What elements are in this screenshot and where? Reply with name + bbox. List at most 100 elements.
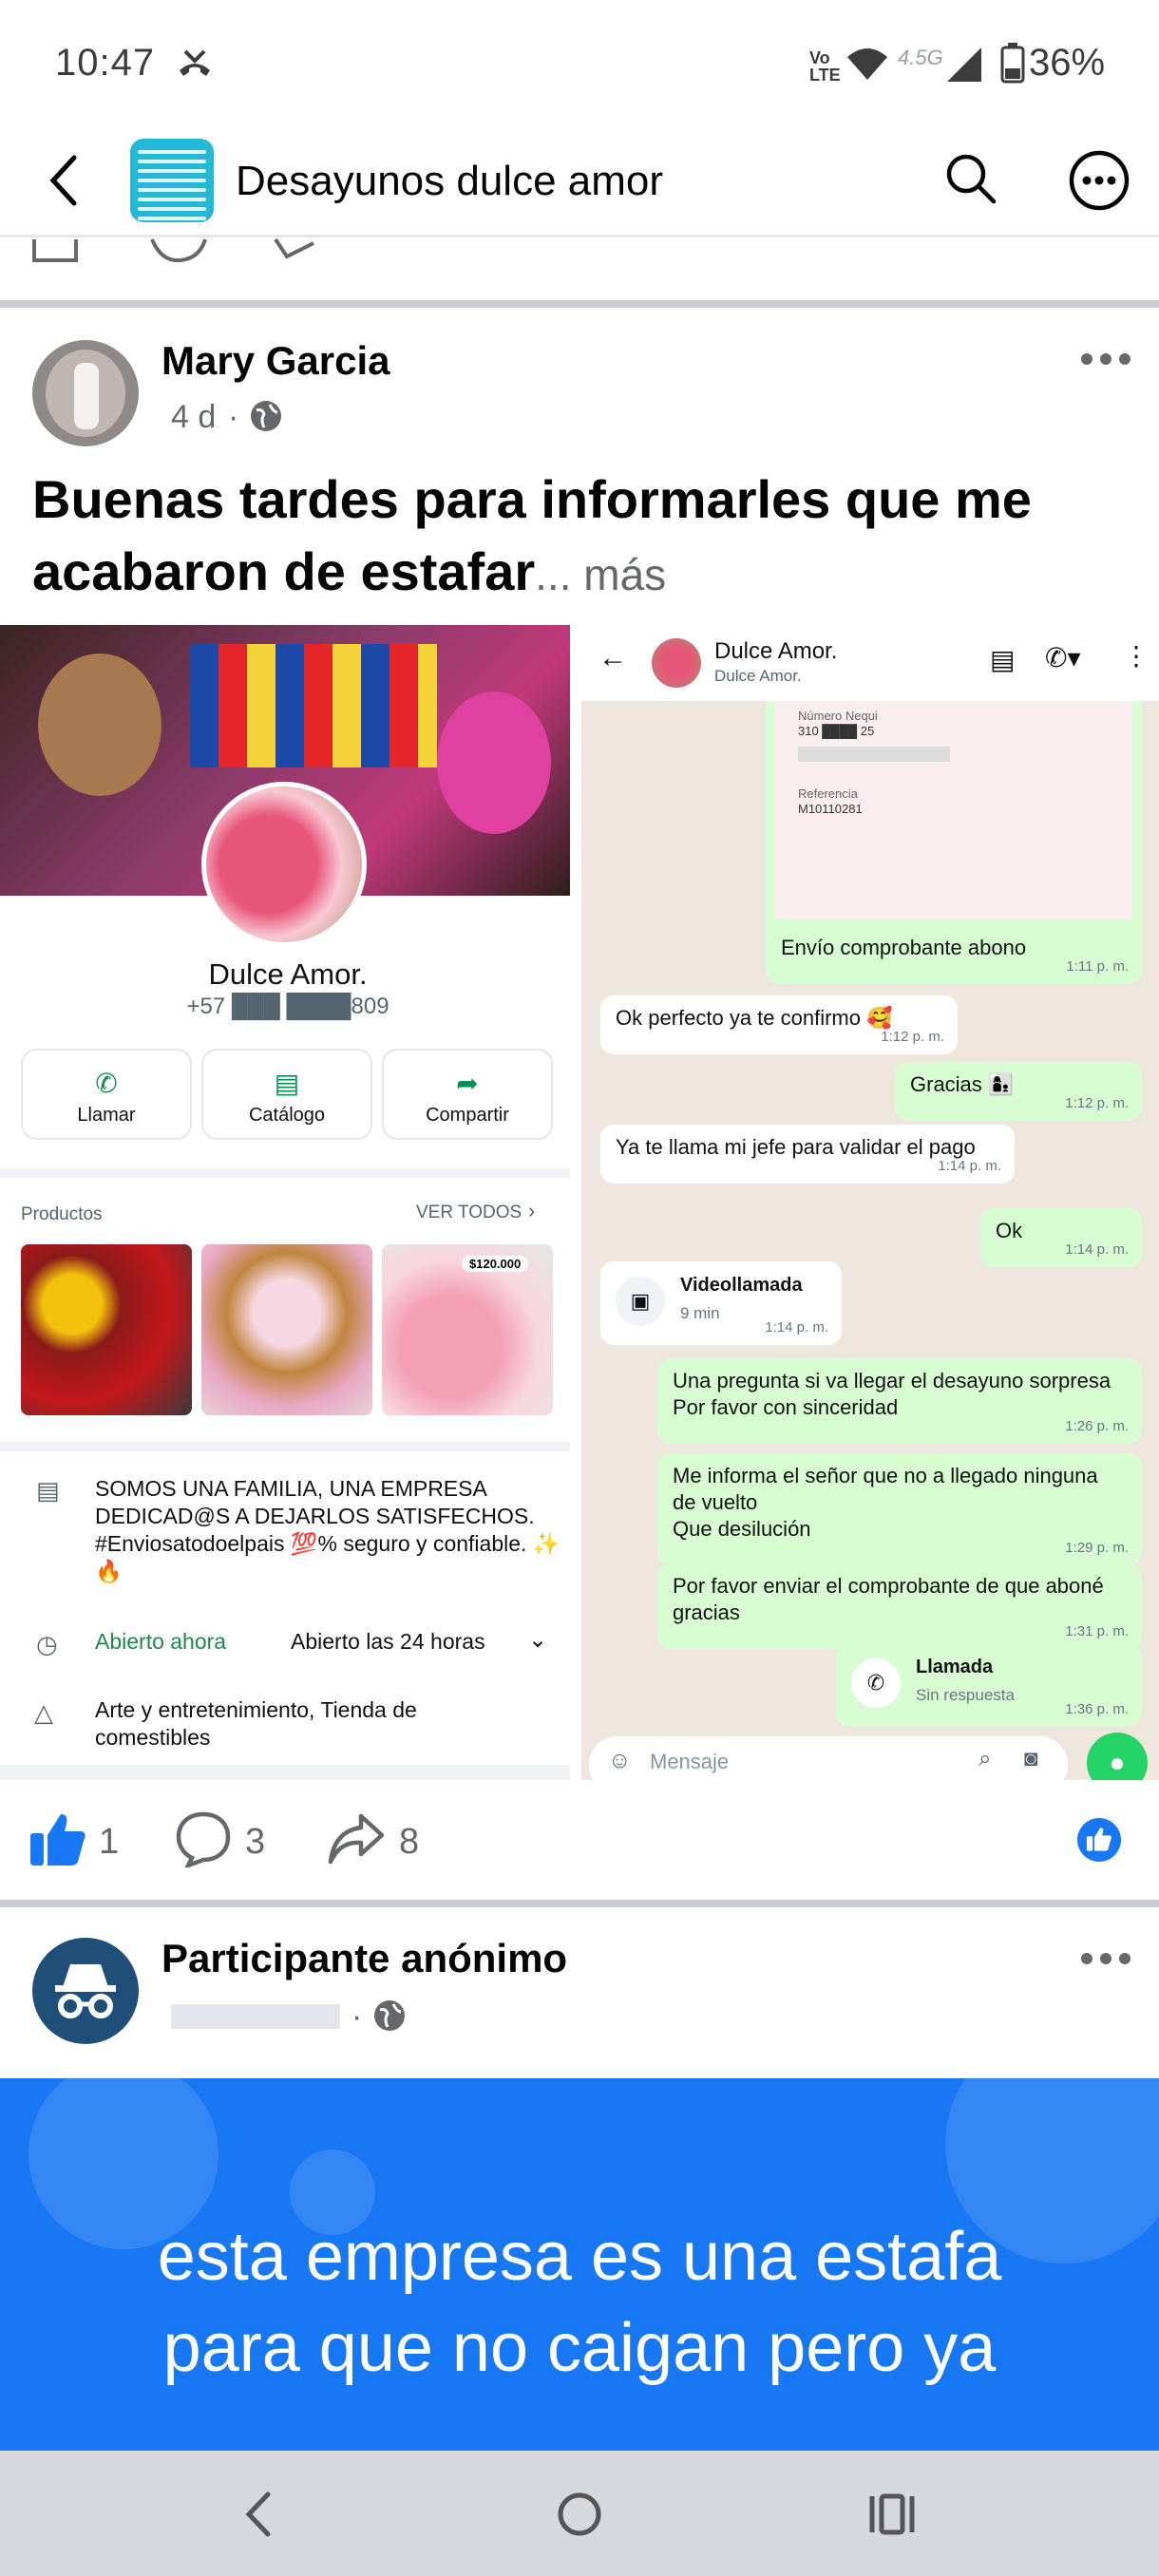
share-icon: ➦ (456, 1069, 479, 1098)
author-avatar[interactable] (32, 340, 139, 446)
volte-icon: Vo LTE (809, 48, 841, 85)
meta-separator: · (352, 1998, 363, 2035)
message-bubble[interactable]: Me informa el señor que no a llegado nin… (657, 1453, 1142, 1565)
store-icon: ▤ (274, 1069, 300, 1098)
chat-call-icon[interactable]: ✆▾ (1045, 642, 1081, 673)
category-icon: △ (34, 1698, 53, 1727)
more-options-icon[interactable] (1068, 149, 1130, 212)
post-body: Buenas tardes para informarles que me ac… (32, 469, 1032, 601)
anonymous-avatar[interactable] (32, 1938, 139, 2044)
post-author[interactable]: Mary Garcia (162, 338, 390, 384)
share-count[interactable]: 8 (399, 1822, 419, 1863)
chat-header: ← Dulce Amor. Dulce Amor. ▤ ✆▾ ⋮ (581, 625, 1159, 701)
receipt-number: 310 ████ 25 (798, 724, 875, 738)
message-bubble[interactable]: Envío comprobante abono 1:11 p. m. (766, 919, 1142, 984)
price-tag: $120.000 (462, 1256, 529, 1272)
post2-text-banner: esta empresa es una estafa para que no c… (0, 2078, 1159, 2451)
receipt-label-ref: Referencia (798, 786, 858, 801)
network-type: 4.5G (898, 46, 943, 69)
incognito-icon (55, 1964, 116, 2018)
wifi-icon (847, 48, 887, 80)
emoji-icon[interactable]: ☺ (608, 1748, 632, 1774)
message-bubble[interactable]: Una pregunta si va llegar el desayuno so… (657, 1358, 1142, 1444)
chat-avatar[interactable] (652, 638, 701, 688)
globe-icon (251, 401, 281, 431)
message-bubble[interactable]: Ok 1:14 p. m. (980, 1208, 1142, 1267)
hours[interactable]: Abierto las 24 horas (291, 1628, 485, 1656)
camera-icon[interactable]: ◙ (1024, 1746, 1038, 1772)
see-all-link[interactable]: VER TODOS (416, 1203, 522, 1223)
video-call-bubble[interactable]: ▣ Videollamada 9 min 1:14 p. m. (600, 1261, 842, 1345)
chat-contact-sub: Dulce Amor. (714, 667, 802, 685)
share-label: Compartir (426, 1105, 509, 1126)
previous-post-actions-icon (32, 237, 314, 263)
catalog-button[interactable]: ▤ Catálogo (201, 1049, 372, 1140)
message-bubble[interactable]: Por favor enviar el comprobante de que a… (657, 1563, 1142, 1649)
search-icon[interactable] (944, 152, 998, 205)
message-bubble[interactable]: Ya te llama mi jefe para validar el pago… (600, 1125, 1015, 1184)
post-divider (0, 300, 1159, 308)
call-button[interactable]: ✆ Llamar (21, 1049, 192, 1140)
chat-store-icon[interactable]: ▤ (990, 644, 1015, 675)
post-time[interactable]: 4 d (171, 399, 216, 436)
status-bar: 10:47 Vo LTE 4.5G 36% (0, 0, 1159, 128)
post2-menu-icon[interactable] (1079, 1951, 1132, 1966)
receipt-label-nequi: Número Nequi (798, 709, 878, 723)
business-phone: +57 ███ ████809 (186, 994, 390, 1019)
profile-screenshot[interactable]: Dulce Amor. +57 ███ ████809 ✆ Llamar ▤ C… (0, 625, 576, 1780)
phone-missed-icon: ✆ (851, 1658, 901, 1708)
meta-separator: · (228, 399, 239, 435)
group-title[interactable]: Desayunos dulce amor (236, 158, 663, 205)
like-count[interactable]: 1 (99, 1822, 119, 1863)
see-more-link[interactable]: ... más (535, 550, 666, 599)
message-bubble[interactable]: Ok perfecto ya te confirmo 🥰 1:12 p. m. (600, 995, 958, 1054)
attach-icon[interactable]: ⌕ (978, 1746, 991, 1772)
chevron-down-icon[interactable]: ⌄ (528, 1626, 547, 1654)
share-post-icon[interactable] (327, 1812, 386, 1866)
back-arrow-icon[interactable] (46, 152, 84, 209)
nav-home-icon[interactable] (555, 2491, 604, 2538)
open-now: Abierto ahora (95, 1629, 227, 1654)
missed-call-icon (180, 49, 210, 76)
product-sunflowers[interactable] (21, 1244, 192, 1415)
chat-menu-icon[interactable]: ⋮ (1123, 640, 1150, 672)
group-avatar[interactable] (130, 139, 214, 222)
chat-input-placeholder: Mensaje (650, 1750, 730, 1773)
nav-recents-icon[interactable] (866, 2492, 918, 2536)
battery-percent: 36% (1029, 42, 1106, 84)
product-roses[interactable]: $120.000 (382, 1244, 553, 1415)
product-balloons[interactable] (201, 1244, 372, 1415)
chat-screenshot[interactable]: ← Dulce Amor. Dulce Amor. ▤ ✆▾ ⋮ Número … (581, 625, 1159, 1780)
comment-icon[interactable] (175, 1810, 232, 1867)
receipt-reference: M10110281 (798, 802, 863, 816)
missed-call-bubble[interactable]: ✆ Llamada Sin respuesta 1:36 p. m. (836, 1643, 1142, 1727)
video-call-icon: ▣ (616, 1277, 665, 1326)
business-avatar (201, 782, 367, 947)
post-divider (0, 1900, 1159, 1907)
business-description: SOMOS UNA FAMILIA, UNA EMPRESA DEDICAD@S… (95, 1476, 560, 1583)
chat-back-icon[interactable]: ← (598, 642, 627, 674)
system-nav-bar (0, 2451, 1159, 2576)
products-label: Productos (21, 1204, 103, 1224)
status-time: 10:47 (55, 42, 156, 84)
phone-icon: ✆ (95, 1069, 118, 1098)
like-icon[interactable] (28, 1810, 87, 1867)
banner-line-2: para que no caigan pero ya (162, 2310, 997, 2386)
message-bubble[interactable]: Gracias 👩‍👦 1:12 p. m. (895, 1062, 1142, 1121)
business-name: Dulce Amor. (208, 957, 368, 991)
call-label: Llamar (77, 1105, 136, 1126)
share-button[interactable]: ➦ Compartir (382, 1049, 553, 1140)
catalog-label: Catálogo (248, 1105, 326, 1126)
comment-count[interactable]: 3 (245, 1822, 265, 1863)
like-reaction-badge[interactable] (1077, 1818, 1121, 1862)
chevron-right-icon: › (528, 1199, 536, 1222)
post-menu-icon[interactable] (1079, 351, 1132, 367)
chat-contact-name[interactable]: Dulce Amor. (714, 638, 837, 665)
mic-button[interactable]: ● (1087, 1733, 1148, 1780)
post2-author[interactable]: Participante anónimo (162, 1936, 567, 1981)
chat-input[interactable]: ☺ Mensaje ⌕ ◙ (589, 1736, 1068, 1780)
nav-back-icon[interactable] (241, 2491, 276, 2538)
signal-icon (947, 47, 981, 82)
clock-icon: ◷ (36, 1630, 58, 1658)
like-small-icon (1086, 1828, 1112, 1851)
